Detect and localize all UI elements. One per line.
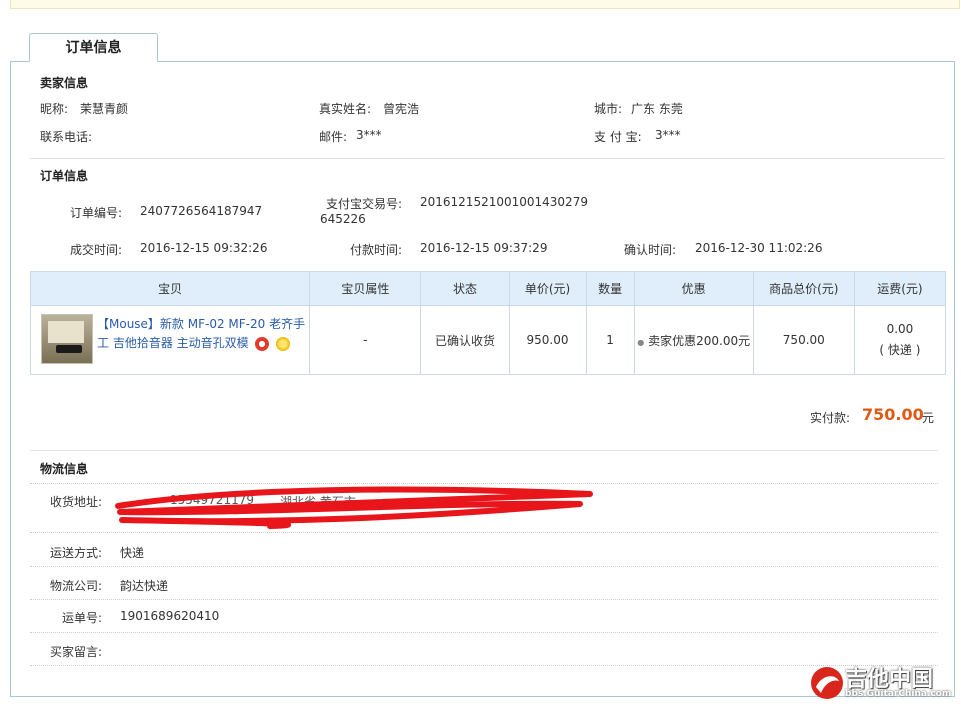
tracking-value: 1901689620410 [120,609,220,623]
tracking-label: 运单号: [62,611,103,625]
pay-time-value: 2016-12-15 09:37:29 [420,241,548,255]
method-label: 运送方式: [50,546,103,560]
realname-label: 真实姓名: [319,102,372,116]
table-row: 【Mouse】新款 MF-02 MF-20 老齐手 工 吉他拾音器 主动音孔双模… [29,305,947,375]
logistics-section-title: 物流信息 [40,462,89,476]
divider [30,532,938,533]
method-value: 快递 [120,546,145,560]
shipping-value: 0.00 [886,322,914,336]
column-header-status: 状态 [420,271,510,306]
trade-no-value: 2016121521001001430279 [420,195,588,209]
item-cell: 【Mouse】新款 MF-02 MF-20 老齐手 工 吉他拾音器 主动音孔双模 [29,305,311,375]
paid-label: 实付款: [810,411,851,425]
city-value: 广东 东莞 [631,102,683,116]
paid-amount: 750.00 [862,405,924,424]
product-title[interactable]: 【Mouse】新款 MF-02 MF-20 老齐手 工 吉他拾音器 主动音孔双模 [97,315,307,353]
column-header-shipping: 运费(元) [853,271,947,306]
order-no-value: 2407726564187947 [140,204,263,218]
quantity-cell: 1 [585,305,635,375]
discount-value: 卖家优惠200.00元 [648,333,751,348]
table-header-row: 宝贝 宝贝属性 状态 单价(元) 数量 优惠 商品总价(元) 运费(元) [29,271,947,306]
status-cell: 已确认收货 [420,305,510,375]
city-label: 城市: [594,102,623,116]
divider [30,158,945,159]
confirm-time-value: 2016-12-30 11:02:26 [695,241,823,255]
order-no-label: 订单编号: [70,206,123,220]
column-header-subtotal: 商品总价(元) [752,271,855,306]
guarantee-icon[interactable] [255,336,270,351]
company-label: 物流公司: [50,579,103,593]
deal-time-label: 成交时间: [70,243,123,257]
notice-bar [10,0,960,9]
divider [30,665,938,666]
order-panel [10,61,955,697]
subtotal-cell: 750.00 [752,305,855,375]
trade-no-label: 支付宝交易号: [326,197,403,211]
product-link-line2[interactable]: 工 吉他拾音器 主动音孔双模 [97,336,249,350]
watermark-url: bbs.GuitarChina.com [845,689,952,699]
order-items-table: 宝贝 宝贝属性 状态 单价(元) 数量 优惠 商品总价(元) 运费(元) 【Mo… [29,271,947,375]
product-link-line1[interactable]: 【Mouse】新款 MF-02 MF-20 老齐手 [97,317,305,331]
nickname-label: 昵称: [40,102,69,116]
seller-section-title: 卖家信息 [40,76,89,90]
pay-time-label: 付款时间: [350,243,403,257]
nickname-value: 茉慧青颜 [80,102,129,116]
confirm-time-label: 确认时间: [624,243,677,257]
divider [30,599,938,600]
divider [30,632,938,633]
address-label: 收货地址: [50,495,103,509]
discount-cell: ● 卖家优惠200.00元 [633,305,754,375]
buyer-note-label: 买家留言: [50,645,103,659]
unit-price-cell: 950.00 [508,305,587,375]
alipay-label: 支 付 宝: [594,130,642,144]
order-section-title: 订单信息 [40,169,89,183]
product-thumbnail[interactable] [41,314,93,364]
shipping-note: ( 快递 ) [879,343,921,357]
column-header-discount: 优惠 [633,271,754,306]
email-label: 邮件: [319,130,348,144]
redaction-scribble [115,486,593,529]
medal-icon[interactable] [276,336,291,351]
divider [30,566,938,567]
attribute-cell: - [309,305,422,375]
tab-order-info[interactable]: 订单信息 [29,33,158,62]
shipping-cell: 0.00 ( 快递 ) [853,305,947,375]
column-header-quantity: 数量 [585,271,635,306]
guitar-logo-icon [811,667,843,699]
realname-value: 曾宪浩 [383,102,420,116]
column-header-unit-price: 单价(元) [508,271,587,306]
bullet-icon: ● [637,337,645,347]
email-value: 3*** [356,128,382,142]
watermark: 吉他中国 bbs.GuitarChina.com [807,661,957,705]
trade-no-value-continued: 645226 [320,212,366,226]
deal-time-value: 2016-12-15 09:32:26 [140,241,268,255]
company-value: 韵达快递 [120,579,169,593]
alipay-value: 3*** [655,128,681,142]
divider [30,450,938,451]
column-header-attribute: 宝贝属性 [309,271,422,306]
phone-label: 联系电话: [40,130,93,144]
column-header-item: 宝贝 [29,271,311,306]
paid-unit: 元 [922,411,935,425]
